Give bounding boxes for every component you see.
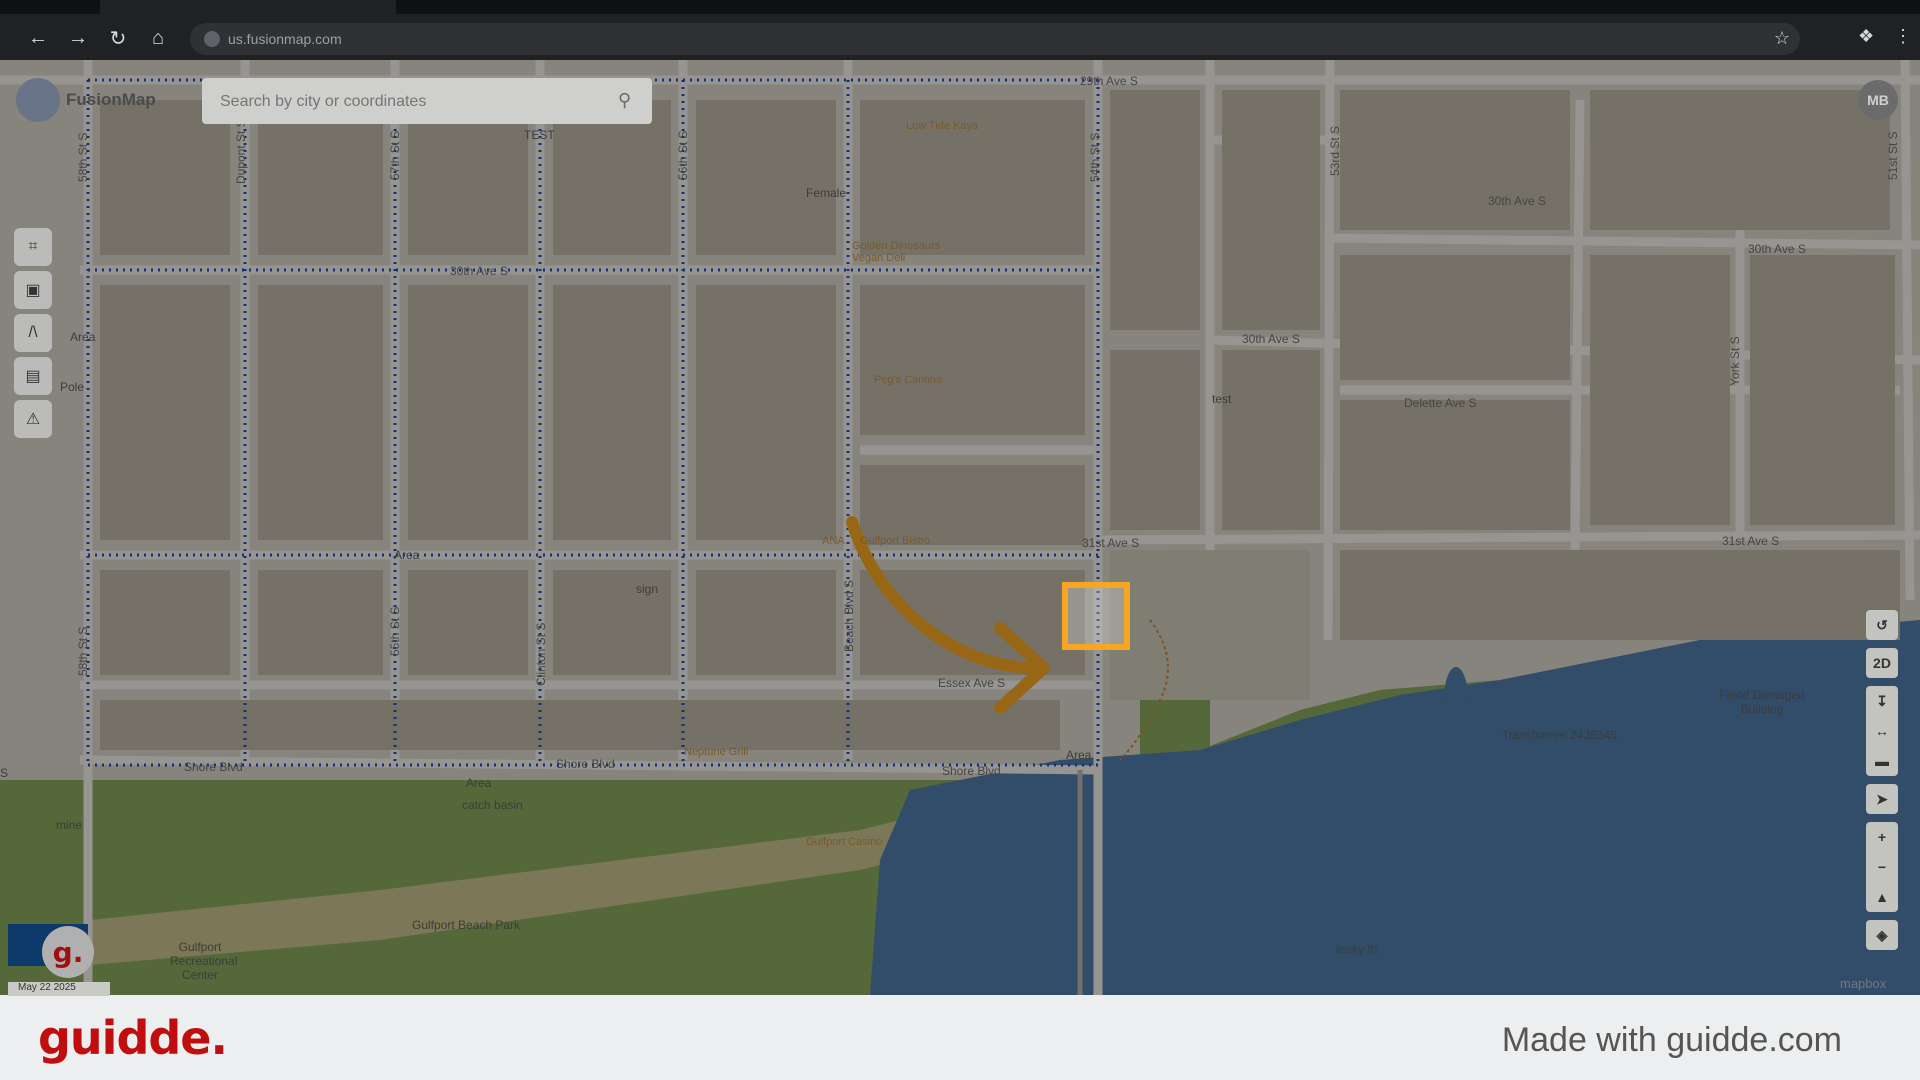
browser-toolbar: ← → ↻ ⌂ us.fusionmap.com ☆ ❖ ⋮ bbox=[0, 0, 1920, 60]
street-label: 31st Ave S bbox=[1082, 536, 1140, 550]
address-bar[interactable]: us.fusionmap.com ☆ bbox=[190, 23, 1800, 55]
signal-icon[interactable]: ⌗ bbox=[14, 228, 52, 266]
street-label: 55th St S bbox=[388, 606, 402, 656]
search-input[interactable] bbox=[218, 92, 602, 112]
ruler-icon[interactable]: ▬ bbox=[1866, 746, 1898, 776]
mapbox-logo: mapbox bbox=[1840, 976, 1887, 991]
poi-label[interactable]: Gulfport Casino bbox=[806, 836, 882, 848]
download-icon[interactable]: ↧ bbox=[1866, 686, 1898, 716]
reload-icon[interactable]: ↻ bbox=[104, 24, 132, 52]
marker-label[interactable]: Pole bbox=[60, 380, 84, 394]
street-label: 57th St S bbox=[388, 130, 402, 180]
browser-menu-icon[interactable]: ⋮ bbox=[1894, 26, 1912, 47]
street-label: 30th Ave S bbox=[450, 264, 508, 278]
footer: guidde. Made with guidde.com bbox=[0, 995, 1920, 1080]
street-label: Shore Blvd bbox=[942, 764, 1001, 778]
home-icon[interactable]: ⌂ bbox=[144, 24, 172, 52]
marker-label[interactable]: Female bbox=[806, 186, 846, 200]
street-label: 54th St S bbox=[1088, 132, 1102, 182]
date-chip[interactable]: May 22 2025 bbox=[8, 982, 110, 996]
marker-label[interactable]: Area bbox=[466, 776, 491, 790]
brand[interactable]: FusionMap bbox=[16, 78, 156, 122]
avatar[interactable]: MB bbox=[1858, 80, 1898, 120]
marker-label[interactable]: Area bbox=[394, 548, 419, 562]
search-icon[interactable]: ⚲ bbox=[618, 90, 638, 110]
tools-group: ↧ ↔ ▬ bbox=[1866, 686, 1898, 776]
marker-label[interactable]: Area bbox=[1066, 748, 1091, 762]
search-box[interactable]: ⚲ bbox=[202, 78, 652, 124]
street-label: Essex Ave S bbox=[938, 676, 1006, 690]
site-info-icon[interactable] bbox=[204, 31, 220, 47]
share-location-icon[interactable]: ↺ bbox=[1866, 610, 1898, 640]
notes-icon[interactable]: ▤ bbox=[14, 357, 52, 395]
poi-label[interactable]: Gulfport Bistro bbox=[860, 535, 930, 547]
made-with-text[interactable]: Made with guidde.com bbox=[1502, 1021, 1842, 1060]
measure-icon[interactable]: /\ bbox=[14, 314, 52, 352]
street-label: Dupont St S bbox=[234, 119, 248, 184]
marker-label[interactable]: TEST bbox=[524, 128, 555, 142]
right-toolbar: ↺ 2D ↧ ↔ ▬ ➤ + − ▲ ◈ bbox=[1866, 610, 1898, 958]
locate-icon[interactable]: ➤ bbox=[1866, 784, 1898, 814]
zoom-group: + − ▲ bbox=[1866, 822, 1898, 912]
map-svg bbox=[0, 60, 1920, 995]
guidde-recorder-icon[interactable]: g. bbox=[42, 926, 94, 978]
marker-label[interactable]: sign bbox=[636, 582, 658, 596]
highlighted-map-area[interactable] bbox=[1062, 582, 1130, 650]
street-label: 58th St S bbox=[76, 626, 90, 676]
forward-arrow-icon[interactable]: → bbox=[64, 24, 92, 52]
marker-label[interactable]: Flood Damaged Building bbox=[1712, 688, 1812, 716]
street-label: S bbox=[0, 766, 9, 780]
marker-label[interactable]: Area bbox=[70, 330, 95, 344]
poi-label[interactable]: Gulfport Beach Park bbox=[412, 918, 520, 932]
street-label: 53rd St S bbox=[1328, 125, 1342, 176]
marker-label[interactable]: test bbox=[1212, 392, 1231, 406]
split-icon[interactable]: ↔ bbox=[1866, 716, 1898, 746]
marker-label[interactable]: leaky fh bbox=[1336, 942, 1377, 956]
map-canvas[interactable] bbox=[0, 60, 1920, 995]
poi-label[interactable]: ANA bbox=[822, 535, 845, 547]
poi-label[interactable]: Gulfport Recreational Center bbox=[170, 940, 237, 982]
street-label: Clinton St S bbox=[534, 622, 548, 686]
street-label: 29th Ave S bbox=[1080, 74, 1138, 88]
guidde-logo[interactable]: guidde. bbox=[38, 1011, 228, 1065]
marker-label[interactable]: mine bbox=[56, 818, 82, 832]
left-toolbar: ⌗ ▣ /\ ▤ ⚠ bbox=[14, 228, 52, 443]
street-label: 58th St S bbox=[76, 132, 90, 182]
street-label: 30th Ave S bbox=[1748, 242, 1806, 256]
view-mode-toggle[interactable]: 2D bbox=[1866, 648, 1898, 678]
fusionmap-logo-icon bbox=[16, 78, 60, 122]
extensions-icon[interactable]: ❖ bbox=[1858, 26, 1874, 47]
back-arrow-icon[interactable]: ← bbox=[24, 24, 52, 52]
zoom-out-icon[interactable]: − bbox=[1866, 852, 1898, 882]
street-label: 51st St S bbox=[1886, 131, 1900, 180]
poi-label[interactable]: Golden Dinosaurs Vegan Deli bbox=[852, 240, 962, 264]
compass-icon[interactable]: ▲ bbox=[1866, 882, 1898, 912]
tab-strip bbox=[0, 0, 1920, 14]
street-label: 30th Ave S bbox=[1242, 332, 1300, 346]
zoom-in-icon[interactable]: + bbox=[1866, 822, 1898, 852]
warning-icon[interactable]: ⚠ bbox=[14, 400, 52, 438]
bookmark-star-icon[interactable]: ☆ bbox=[1774, 28, 1790, 49]
layers-icon[interactable]: ◈ bbox=[1866, 920, 1898, 950]
street-label: Delette Ave S bbox=[1404, 396, 1477, 410]
street-label: 31st Ave S bbox=[1722, 534, 1780, 548]
poi-label[interactable]: Neptune Grill bbox=[684, 746, 748, 758]
street-label: 30th Ave S bbox=[1488, 194, 1546, 208]
street-label: Shore Blvd bbox=[556, 757, 615, 771]
street-label: Beach Blvd S bbox=[842, 579, 856, 652]
street-label: Shore Blvd bbox=[184, 760, 243, 774]
poi-label[interactable]: Peg's Cantina bbox=[874, 374, 942, 386]
brand-name: FusionMap bbox=[66, 90, 156, 109]
marker-label[interactable]: catch basin bbox=[462, 798, 523, 812]
street-label: 56th St S bbox=[676, 130, 690, 180]
street-label: York St S bbox=[1728, 336, 1742, 386]
marker-label[interactable]: Transformer 2435345 bbox=[1502, 728, 1617, 742]
poi-label[interactable]: Low Tide Kaya bbox=[906, 120, 978, 132]
active-tab[interactable] bbox=[100, 0, 396, 14]
scan-icon[interactable]: ▣ bbox=[14, 271, 52, 309]
url-text[interactable]: us.fusionmap.com bbox=[228, 31, 342, 47]
